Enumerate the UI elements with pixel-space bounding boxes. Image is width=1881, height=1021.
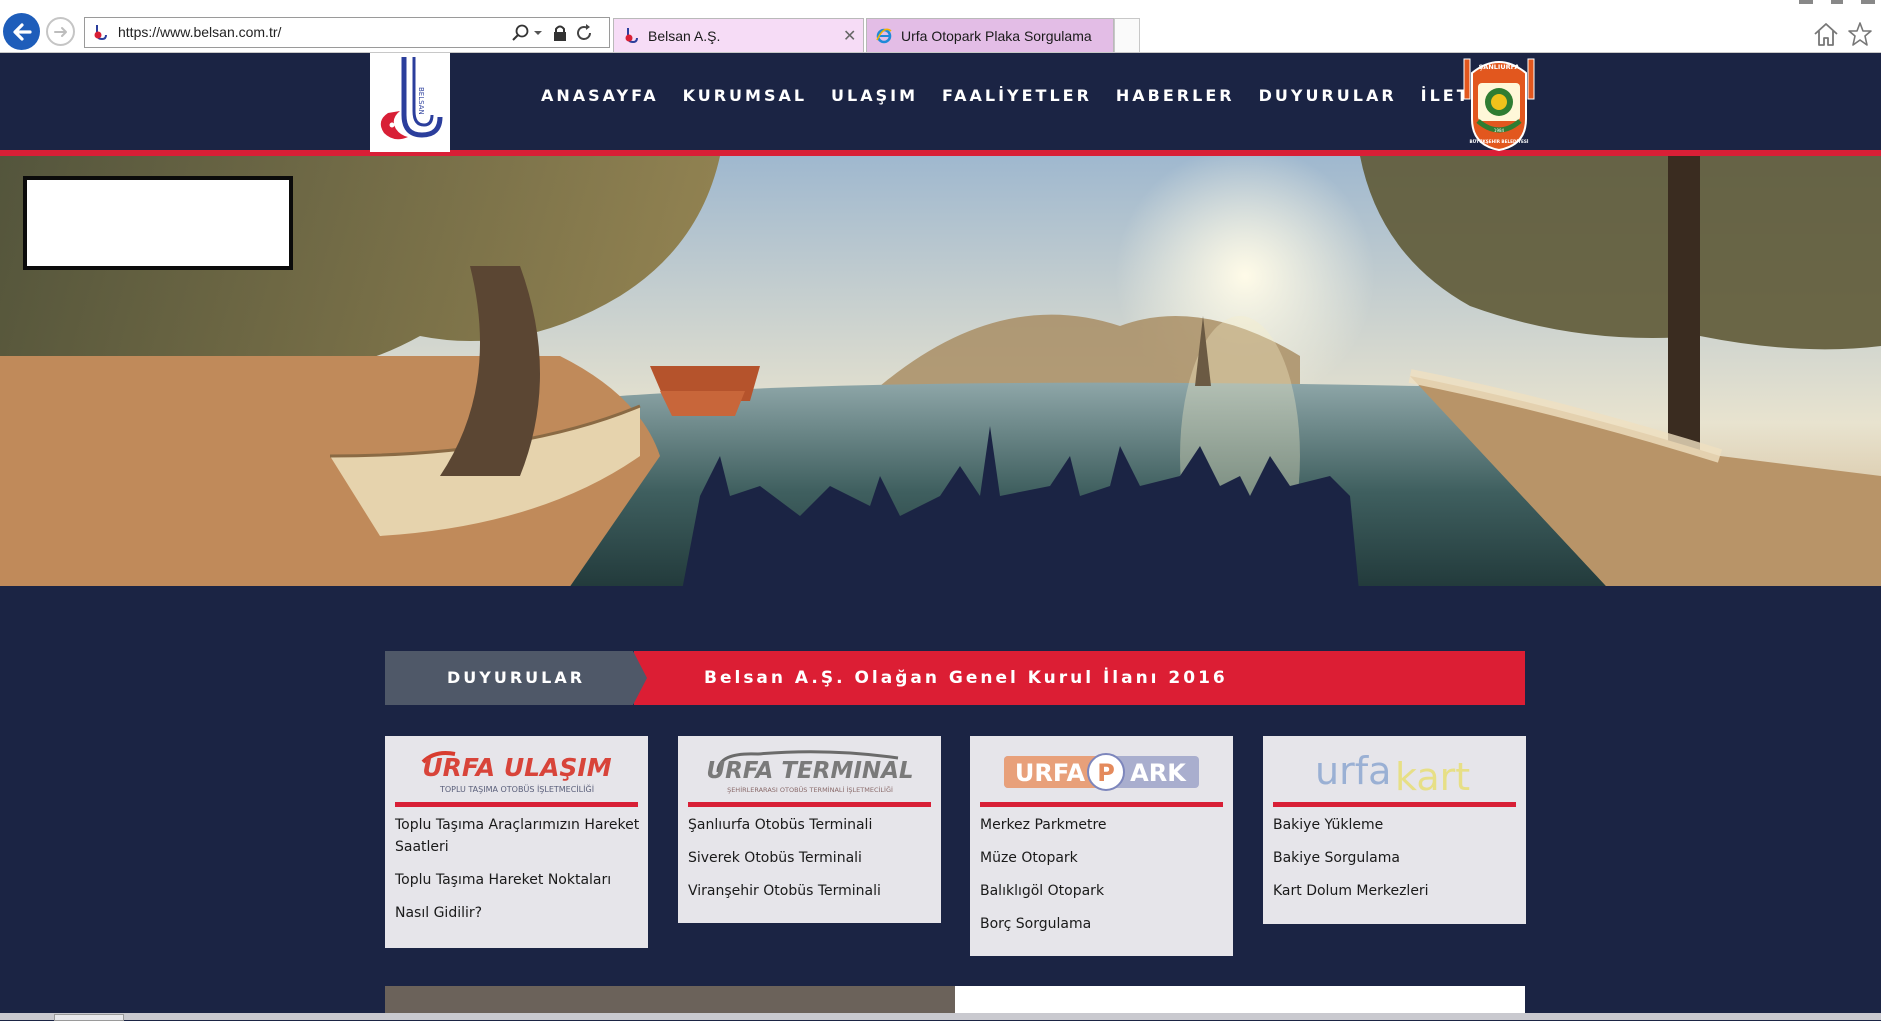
urfa-kart-logo-b: kart [1395,755,1470,799]
announcement-headline-link[interactable]: Belsan A.Ş. Olağan Genel Kurul İlanı 201… [704,668,1228,688]
new-tab-button[interactable] [1114,18,1140,52]
municipal-logo-year: 1984 [1494,128,1505,133]
urfa-terminal-logo-subtitle: ŞEHİRLERARASI OTOBÜS TERMİNALİ İŞLETMECİ… [727,785,893,794]
link-hareket-saatleri[interactable]: Toplu Taşıma Araçlarımızın Hareket Saatl… [395,814,640,858]
nav-haberler[interactable]: HABERLER [1116,86,1235,105]
tab-close-icon[interactable]: ✕ [843,26,856,45]
search-icon[interactable] [511,23,531,43]
link-hareket-noktalari[interactable]: Toplu Taşıma Hareket Noktaları [395,869,640,891]
nav-kurumsal[interactable]: KURUMSAL [683,86,807,105]
dropdown-icon[interactable] [532,23,544,43]
sanliurfa-municipality-logo[interactable]: ŞANLIURFA 1984 BÜYÜKŞEHİR BELEDİYESİ [1460,53,1538,152]
nav-faaliyetler[interactable]: FAALİYETLER [942,86,1092,105]
tab-belsan[interactable]: Belsan A.Ş. ✕ [613,18,864,52]
card-divider [980,802,1223,807]
urfa-park-logo-title-a: URFA [1015,759,1086,787]
lock-icon[interactable] [550,23,570,43]
belsan-logo[interactable]: BELSAN [370,53,450,152]
municipal-logo-top-text: ŞANLIURFA [1479,63,1520,71]
home-icon[interactable] [1812,20,1840,48]
link-bakiye-yukleme[interactable]: Bakiye Yükleme [1273,814,1518,836]
card-divider [688,802,931,807]
nav-duyurular[interactable]: DUYURULAR [1259,86,1397,105]
card-divider [395,802,638,807]
link-balikligol-otopark[interactable]: Balıklıgöl Otopark [980,880,1225,902]
main-nav: ANASAYFA KURUMSAL ULAŞIM FAALİYETLER HAB… [541,86,1522,105]
card-link-list: Merkez Parkmetre Müze Otopark Balıklıgöl… [980,814,1225,946]
tab-label: Belsan A.Ş. [648,28,721,44]
urfa-kart-logo[interactable]: urfa kart [1273,742,1516,800]
forward-button[interactable] [46,17,75,46]
urfa-ulasim-logo-title: URFA ULAŞIM [422,753,611,782]
url-text[interactable]: https://www.belsan.com.tr/ [118,24,281,40]
municipal-logo-bottom-text: BÜYÜKŞEHİR BELEDİYESİ [1470,139,1529,144]
urfa-park-logo[interactable]: URFA P ARK [980,742,1223,800]
card-link-list: Toplu Taşıma Araçlarımızın Hareket Saatl… [395,814,640,935]
nav-ulasim[interactable]: ULAŞIM [831,86,918,105]
urfa-ulasim-logo[interactable]: URFA ULAŞIM TOPLU TAŞIMA OTOBÜS İŞLETMEC… [395,742,638,800]
link-borc-sorgulama[interactable]: Borç Sorgulama [980,913,1225,935]
belsan-favicon [625,28,638,44]
urfa-ulasim-logo-subtitle: TOPLU TAŞIMA OTOBÜS İŞLETMECİLİĞİ [439,783,594,794]
urfa-park-logo-title-b: ARK [1130,759,1187,787]
link-muze-otopark[interactable]: Müze Otopark [980,847,1225,869]
favorites-star-icon[interactable] [1846,20,1874,48]
news-photo-panel[interactable] [385,986,955,1016]
back-button[interactable] [3,13,40,50]
tab-urfa-otopark[interactable]: Urfa Otopark Plaka Sorgulama [866,18,1114,52]
link-merkez-parkmetre[interactable]: Merkez Parkmetre [980,814,1225,836]
address-bar[interactable]: https://www.belsan.com.tr/ [84,17,610,48]
card-urfa-park: URFA P ARK Merkez Parkmetre Müze Otopark… [970,736,1233,956]
announcement-bar: DUYURULAR Belsan A.Ş. Olağan Genel Kurul… [385,651,1525,705]
refresh-icon[interactable] [574,23,594,43]
ie-favicon [876,28,892,44]
link-siverek-terminal[interactable]: Siverek Otobüs Terminali [688,847,933,869]
urfa-park-logo-p: P [1097,759,1115,787]
link-nasil-gidilir[interactable]: Nasıl Gidilir? [395,902,640,924]
news-text-panel [955,986,1525,1016]
belsan-favicon [94,25,107,41]
belsan-logo-mark: BELSAN [380,57,443,140]
card-urfa-ulasim: URFA ULAŞIM TOPLU TAŞIMA OTOBÜS İŞLETMEC… [385,736,648,948]
municipality-emblem: ŞANLIURFA 1984 BÜYÜKŞEHİR BELEDİYESİ [1463,58,1535,152]
urfa-terminal-logo[interactable]: URFA TERMINAL ŞEHİRLERARASI OTOBÜS TERMİ… [688,742,931,800]
announcement-label-box: DUYURULAR [385,651,647,705]
link-kart-dolum-merkezleri[interactable]: Kart Dolum Merkezleri [1273,880,1518,902]
back-arrow-icon [12,22,32,41]
link-viransehir-terminal[interactable]: Viranşehir Otobüs Terminali [688,880,933,902]
announcement-headline-box[interactable]: Belsan A.Ş. Olağan Genel Kurul İlanı 201… [634,651,1525,705]
card-link-list: Şanlıurfa Otobüs Terminali Siverek Otobü… [688,814,933,913]
urfa-kart-logo-a: urfa [1315,749,1391,793]
card-urfa-kart: urfa kart Bakiye Yükleme Bakiye Sorgulam… [1263,736,1526,924]
link-sanliurfa-terminal[interactable]: Şanlıurfa Otobüs Terminali [688,814,933,836]
card-divider [1273,802,1516,807]
announcement-label: DUYURULAR [446,668,586,687]
tab-label: Urfa Otopark Plaka Sorgulama [901,28,1092,44]
belsan-logo-text: BELSAN [417,87,425,115]
hero-placeholder-box [23,176,293,270]
urfa-terminal-logo-title: URFA TERMINAL [706,758,913,784]
browser-chrome: https://www.belsan.com.tr/ Belsan A.Ş. ✕ [0,0,1881,53]
card-link-list: Bakiye Yükleme Bakiye Sorgulama Kart Dol… [1273,814,1518,913]
link-bakiye-sorgulama[interactable]: Bakiye Sorgulama [1273,847,1518,869]
card-urfa-terminal: URFA TERMINAL ŞEHİRLERARASI OTOBÜS TERMİ… [678,736,941,923]
window-controls[interactable] [1795,0,1881,6]
nav-anasayfa[interactable]: ANASAYFA [541,86,659,105]
forward-arrow-icon [53,26,67,37]
horizontal-scrollbar[interactable] [0,1013,1881,1020]
